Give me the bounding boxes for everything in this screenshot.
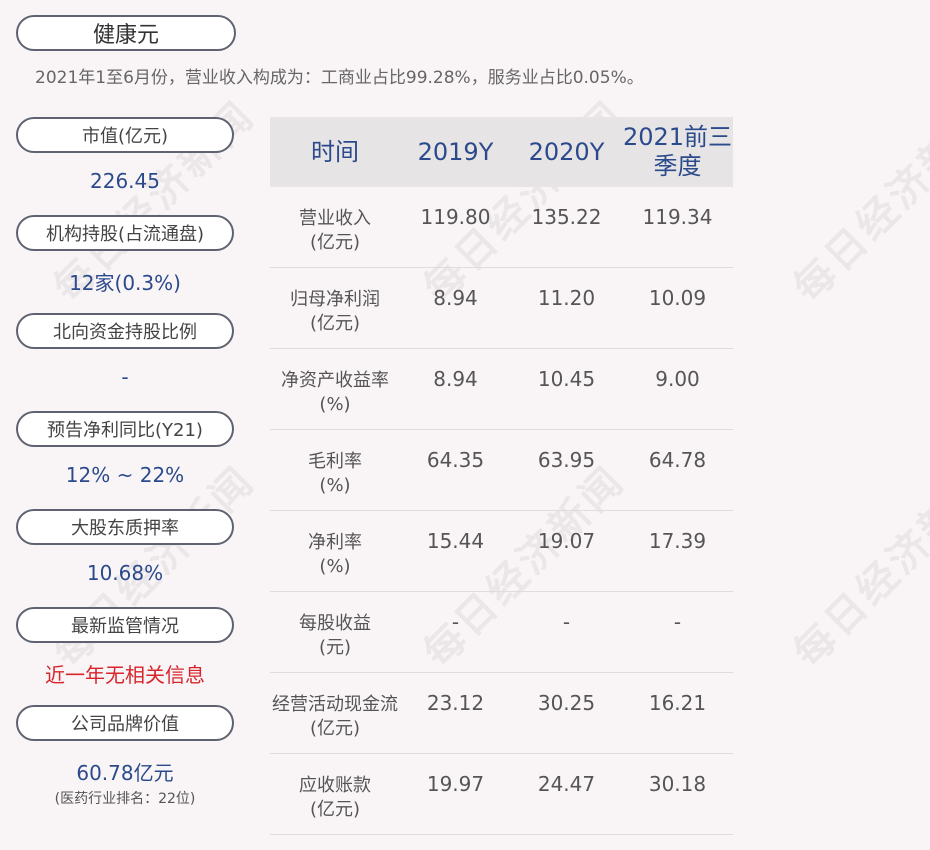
row-label-unit: (亿元) (309, 799, 361, 820)
row-label-unit: (亿元) (309, 313, 361, 334)
table-cell: 19.97 (426, 772, 485, 796)
table-row: 净资产收益率 (%) 8.94 10.45 9.00 (270, 349, 733, 430)
row-label: 营业收入 (亿元) (270, 187, 400, 267)
metric-value: 近一年无相关信息 (45, 663, 205, 687)
row-label-unit: (%) (319, 475, 351, 496)
row-label: 应收账款 (亿元) (270, 754, 400, 834)
table-row: 营业收入 (亿元) 119.80 135.22 119.34 (270, 187, 733, 268)
watermark: 每日经济新闻 (785, 457, 930, 677)
header-cell: 2021前三季度 (622, 123, 733, 180)
row-label-unit: (%) (319, 394, 351, 415)
table-body: 营业收入 (亿元) 119.80 135.22 119.34 归母净利润 (亿元) 8.94 1… (270, 187, 733, 835)
metrics-column: 市值(亿元) 226.45 机构持股(占流通盘) 12家(0.3%) 北向资金持… (16, 117, 234, 807)
metric-profit-forecast: 预告净利同比(Y21) 12% ~ 22% (16, 411, 234, 509)
row-label-name: 应收账款 (299, 775, 371, 796)
metric-value: - (121, 365, 129, 389)
financial-table: 时间 2019Y 2020Y 2021前三季度 营业收入 (亿元) 119.80 13… (270, 117, 733, 835)
table-cell: - (673, 610, 682, 634)
table-cell: 8.94 (433, 367, 478, 391)
table-cell: - (562, 610, 571, 634)
row-label: 每股收益 (元) (270, 592, 400, 672)
metric-value: 12% ~ 22% (65, 463, 185, 487)
metric-label: 北向资金持股比例 (16, 313, 234, 349)
header-cell: 时间 (311, 137, 359, 166)
row-label-name: 经营活动现金流 (272, 694, 398, 715)
revenue-summary: 2021年1至6月份，营业收入构成为：工商业占比99.28%，服务业占比0.05… (35, 68, 644, 88)
table-cell: 11.20 (537, 286, 596, 310)
row-label: 经营活动现金流 (亿元) (270, 673, 400, 753)
table-cell: 119.34 (642, 205, 713, 229)
metric-institutional-holding: 机构持股(占流通盘) 12家(0.3%) (16, 215, 234, 313)
table-cell: - (451, 610, 460, 634)
row-label-name: 归母净利润 (290, 289, 380, 310)
metric-label: 大股东质押率 (16, 509, 234, 545)
table-cell: 30.25 (537, 691, 596, 715)
table-cell: 24.47 (537, 772, 596, 796)
row-label-unit: (元) (318, 637, 352, 658)
table-cell: 9.00 (655, 367, 700, 391)
row-label: 净资产收益率 (%) (270, 349, 400, 429)
table-row: 每股收益 (元) - - - (270, 592, 733, 673)
table-cell: 63.95 (537, 448, 596, 472)
table-cell: 64.78 (648, 448, 707, 472)
table-row: 净利率 (%) 15.44 19.07 17.39 (270, 511, 733, 592)
company-name: 健康元 (16, 15, 236, 51)
row-label-name: 净资产收益率 (281, 370, 389, 391)
table-cell: 19.07 (537, 529, 596, 553)
table-cell: 8.94 (433, 286, 478, 310)
table-cell: 30.18 (648, 772, 707, 796)
row-label-unit: (亿元) (309, 232, 361, 253)
metric-label: 公司品牌价值 (16, 705, 234, 741)
table-row: 应收账款 (亿元) 19.97 24.47 30.18 (270, 754, 733, 835)
header-cell: 2019Y (417, 137, 494, 166)
metric-value: 10.68% (86, 561, 164, 585)
metric-subtext: (医药行业排名：22位) (54, 791, 196, 807)
watermark: 每日经济新闻 (785, 92, 930, 312)
table-row: 经营活动现金流 (亿元) 23.12 30.25 16.21 (270, 673, 733, 754)
metric-market-cap: 市值(亿元) 226.45 (16, 117, 234, 215)
row-label: 归母净利润 (亿元) (270, 268, 400, 348)
metric-label: 市值(亿元) (16, 117, 234, 153)
table-cell: 17.39 (648, 529, 707, 553)
metric-label: 预告净利同比(Y21) (16, 411, 234, 447)
row-label-unit: (%) (319, 556, 351, 577)
row-label-name: 净利率 (308, 532, 362, 553)
metric-value: 226.45 (90, 169, 160, 193)
metric-regulatory-status: 最新监管情况 近一年无相关信息 (16, 607, 234, 705)
metric-brand-value: 公司品牌价值 60.78亿元 (医药行业排名：22位) (16, 705, 234, 807)
metric-northbound-holding: 北向资金持股比例 - (16, 313, 234, 411)
metric-value: 60.78亿元 (76, 761, 174, 785)
metric-label: 机构持股(占流通盘) (16, 215, 234, 251)
table-cell: 10.45 (537, 367, 596, 391)
row-label-name: 每股收益 (299, 613, 371, 634)
table-cell: 119.80 (420, 205, 491, 229)
table-cell: 135.22 (531, 205, 602, 229)
table-cell: 15.44 (426, 529, 485, 553)
table-row: 归母净利润 (亿元) 8.94 11.20 10.09 (270, 268, 733, 349)
row-label: 净利率 (%) (270, 511, 400, 591)
table-cell: 23.12 (426, 691, 485, 715)
table-cell: 64.35 (426, 448, 485, 472)
metric-pledge-ratio: 大股东质押率 10.68% (16, 509, 234, 607)
table-row: 毛利率 (%) 64.35 63.95 64.78 (270, 430, 733, 511)
row-label-name: 营业收入 (299, 208, 371, 229)
row-label-unit: (亿元) (309, 718, 361, 739)
row-label: 毛利率 (%) (270, 430, 400, 510)
metric-value: 12家(0.3%) (69, 271, 181, 295)
metric-label: 最新监管情况 (16, 607, 234, 643)
header-cell: 2020Y (528, 137, 605, 166)
table-header: 时间 2019Y 2020Y 2021前三季度 (270, 117, 733, 187)
row-label-name: 毛利率 (308, 451, 362, 472)
table-cell: 16.21 (648, 691, 707, 715)
table-cell: 10.09 (648, 286, 707, 310)
